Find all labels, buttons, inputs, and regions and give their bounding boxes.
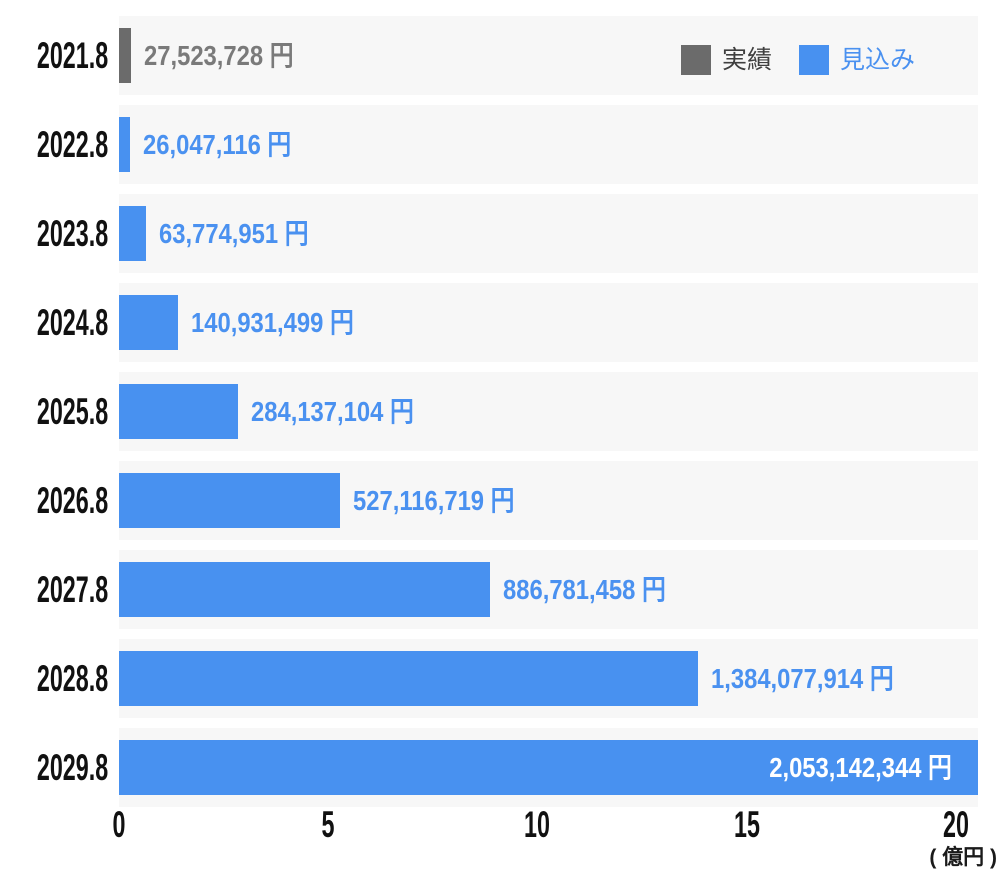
bar-2025.8[interactable]: 284,137,104 円: [119, 384, 414, 439]
legend-swatch-forecast: [798, 45, 829, 75]
category-label: 2027.8: [36, 569, 108, 610]
bar-value-label: 26,047,116 円: [142, 128, 292, 160]
x-axis-tick-label: 5: [321, 804, 335, 845]
category-label: 2022.8: [36, 124, 108, 165]
x-axis-tick-label: 10: [524, 804, 551, 845]
category-label: 2023.8: [36, 213, 108, 254]
category-label: 2028.8: [36, 658, 108, 699]
bar-track: 26,047,116 円: [119, 105, 978, 184]
bar-2022.8[interactable]: 26,047,116 円: [119, 117, 291, 172]
x-axis-tick-label: 20: [942, 804, 969, 845]
chart-rows: 2021.8 27,523,728 円 2022.8 26,047,116 円 …: [0, 16, 1000, 817]
legend-label-actual: 実績: [721, 46, 772, 74]
bar-2029.8[interactable]: 2,053,142,344 円: [119, 740, 978, 795]
chart-row: 2024.8 140,931,499 円: [0, 283, 1000, 362]
x-axis-tick-label: 0: [112, 804, 126, 845]
legend: 実績 見込み: [680, 45, 915, 75]
x-axis-tick-label: 15: [733, 804, 760, 845]
chart-row: 2025.8 284,137,104 円: [0, 372, 1000, 451]
bar-track: 886,781,458 円: [119, 550, 978, 629]
chart-row: 2028.8 1,384,077,914 円: [0, 639, 1000, 718]
bar-value-label: 2,053,142,344 円: [769, 751, 952, 783]
category-label: 2026.8: [36, 480, 108, 521]
bar-2023.8[interactable]: 63,774,951 円: [119, 206, 308, 261]
bar-track: 140,931,499 円: [119, 283, 978, 362]
bar-value-label: 527,116,719 円: [352, 484, 514, 516]
bar-2026.8[interactable]: 527,116,719 円: [119, 473, 514, 528]
bar-value-label: 1,384,077,914 円: [711, 662, 894, 694]
bar-track: 2,053,142,344 円: [119, 728, 978, 807]
bar-track: 63,774,951 円: [119, 194, 978, 273]
bar-value-label: 886,781,458 円: [503, 573, 666, 605]
bar-chart-page: 2021.8 27,523,728 円 2022.8 26,047,116 円 …: [0, 0, 1000, 875]
chart-row: 2026.8 527,116,719 円: [0, 461, 1000, 540]
legend-item-forecast[interactable]: 見込み: [798, 45, 915, 75]
bar-2024.8[interactable]: 140,931,499 円: [119, 295, 354, 350]
x-axis-unit-label: ( 億円 ): [929, 846, 997, 869]
bar-track: 527,116,719 円: [119, 461, 978, 540]
chart-row: 2023.8 63,774,951 円: [0, 194, 1000, 273]
chart-row: 2027.8 886,781,458 円: [0, 550, 1000, 629]
bar-value-label: 284,137,104 円: [250, 395, 414, 427]
bar-value-label: 140,931,499 円: [190, 306, 354, 338]
category-label: 2025.8: [36, 391, 108, 432]
category-label: 2029.8: [36, 747, 108, 788]
bar-value-label: 63,774,951 円: [158, 217, 309, 249]
bar-track: 1,384,077,914 円: [119, 639, 978, 718]
legend-item-actual[interactable]: 実績: [680, 45, 772, 75]
bar-2021.8[interactable]: 27,523,728 円: [119, 28, 293, 83]
legend-label-forecast: 見込み: [839, 46, 915, 74]
chart-row: 2029.8 2,053,142,344 円: [0, 728, 1000, 807]
legend-swatch-actual: [680, 45, 711, 75]
category-label: 2021.8: [36, 35, 108, 76]
x-axis: 0 5 10 15 20: [113, 804, 978, 845]
bar-2027.8[interactable]: 886,781,458 円: [119, 562, 666, 617]
chart-row: 2022.8 26,047,116 円: [0, 105, 1000, 184]
bar-2028.8[interactable]: 1,384,077,914 円: [119, 651, 894, 706]
category-label: 2024.8: [36, 302, 108, 343]
bar-value-label: 27,523,728 円: [143, 39, 294, 71]
bar-track: 284,137,104 円: [119, 372, 978, 451]
